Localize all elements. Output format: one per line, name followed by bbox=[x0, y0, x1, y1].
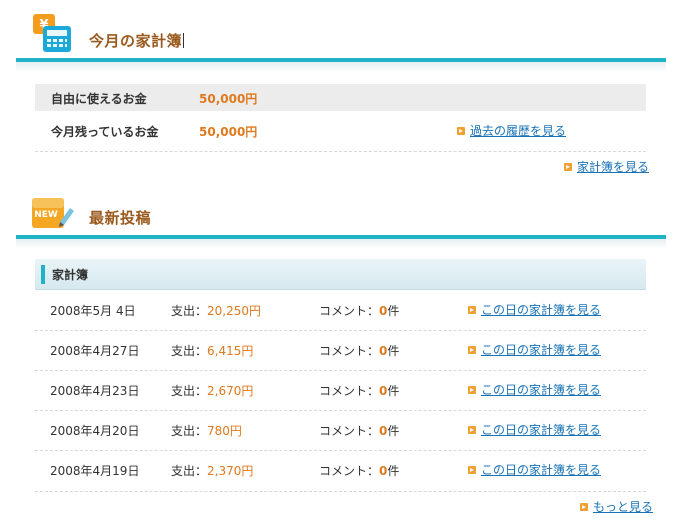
comment-unit: 件 bbox=[387, 344, 400, 358]
arrow-bullet-icon bbox=[468, 426, 476, 434]
entry-link[interactable]: この日の家計簿を見る bbox=[468, 381, 601, 398]
entry-comments: コメント：0件 bbox=[319, 342, 399, 359]
expense-label: 支出： bbox=[171, 424, 208, 438]
list-item: 2008年4月23日 支出：2,670円 コメント：0件 この日の家計簿を見る bbox=[35, 370, 646, 410]
entry-comments: コメント：0件 bbox=[319, 462, 399, 479]
free-money-label: 自由に使えるお金 bbox=[51, 92, 147, 106]
comment-label: コメント： bbox=[319, 384, 380, 398]
arrow-bullet-icon bbox=[468, 346, 476, 354]
entry-comments: コメント：0件 bbox=[319, 382, 399, 399]
budget-title: 今月の家計簿 bbox=[89, 30, 185, 51]
yen-calculator-icon: ¥ bbox=[30, 12, 74, 58]
arrow-bullet-icon bbox=[468, 306, 476, 314]
latest-title: 最新投稿 bbox=[89, 209, 152, 227]
comment-label: コメント： bbox=[319, 304, 380, 318]
entry-link[interactable]: この日の家計簿を見る bbox=[468, 341, 601, 358]
entry-date: 2008年4月23日 bbox=[50, 384, 140, 398]
remaining-money-label: 今月残っているお金 bbox=[51, 125, 159, 139]
budget-separator bbox=[35, 151, 646, 152]
entry-date: 2008年5月 4日 bbox=[50, 304, 136, 318]
entry-expense: 支出：2,670円 bbox=[171, 382, 253, 399]
entry-link-text[interactable]: この日の家計簿を見る bbox=[481, 383, 601, 397]
comment-unit: 件 bbox=[387, 464, 400, 478]
free-money-amount: 50,000円 bbox=[199, 92, 258, 106]
entry-link-text[interactable]: この日の家計簿を見る bbox=[481, 423, 601, 437]
entry-link-text[interactable]: この日の家計簿を見る bbox=[481, 303, 601, 317]
entry-expense: 支出：6,415円 bbox=[171, 342, 253, 359]
entry-separator bbox=[35, 491, 646, 492]
entry-date: 2008年4月20日 bbox=[50, 424, 140, 438]
entry-link[interactable]: この日の家計簿を見る bbox=[468, 421, 601, 438]
budget-row-remaining: 今月残っているお金 50,000円 過去の履歴を見る bbox=[35, 117, 646, 143]
expense-value: 6,415円 bbox=[207, 344, 254, 358]
arrow-bullet-icon bbox=[580, 503, 588, 511]
budget-divider bbox=[16, 58, 666, 72]
entry-date: 2008年4月27日 bbox=[50, 344, 140, 358]
list-item: 2008年4月20日 支出：780円 コメント：0件 この日の家計簿を見る bbox=[35, 410, 646, 450]
text-cursor bbox=[183, 33, 185, 48]
new-badge-text: NEW bbox=[34, 210, 58, 220]
diary-subheader: 家計簿 bbox=[35, 259, 646, 290]
entry-link-text[interactable]: この日の家計簿を見る bbox=[481, 343, 601, 357]
expense-value: 780円 bbox=[207, 424, 242, 438]
expense-label: 支出： bbox=[171, 344, 208, 358]
entry-comments: コメント：0件 bbox=[319, 302, 399, 319]
entry-comments: コメント：0件 bbox=[319, 422, 399, 439]
list-item: 2008年5月 4日 支出：20,250円 コメント：0件 この日の家計簿を見る bbox=[35, 290, 646, 330]
comment-label: コメント： bbox=[319, 344, 380, 358]
comment-label: コメント： bbox=[319, 424, 380, 438]
comment-label: コメント： bbox=[319, 464, 380, 478]
comment-unit: 件 bbox=[387, 384, 400, 398]
expense-value: 20,250円 bbox=[207, 304, 262, 318]
new-pencil-icon: NEW bbox=[30, 192, 74, 236]
expense-label: 支出： bbox=[171, 464, 208, 478]
entry-link[interactable]: この日の家計簿を見る bbox=[468, 301, 601, 318]
comment-unit: 件 bbox=[387, 304, 400, 318]
entry-expense: 支出：780円 bbox=[171, 422, 242, 439]
subheader-text: 家計簿 bbox=[52, 268, 89, 282]
entry-link[interactable]: この日の家計簿を見る bbox=[468, 461, 601, 478]
arrow-bullet-icon bbox=[468, 386, 476, 394]
remaining-money-amount: 50,000円 bbox=[199, 125, 258, 139]
entry-date: 2008年4月19日 bbox=[50, 464, 140, 478]
entry-expense: 支出：20,250円 bbox=[171, 302, 261, 319]
view-budget-link[interactable]: 家計簿を見る bbox=[564, 158, 649, 175]
entry-expense: 支出：2,370円 bbox=[171, 462, 253, 479]
list-item: 2008年4月19日 支出：2,370円 コメント：0件 この日の家計簿を見る bbox=[35, 450, 646, 490]
history-link-text[interactable]: 過去の履歴を見る bbox=[470, 124, 566, 138]
arrow-bullet-icon bbox=[564, 163, 572, 171]
arrow-bullet-icon bbox=[468, 466, 476, 474]
subheader-accent-bar bbox=[41, 265, 45, 284]
view-budget-link-text[interactable]: 家計簿を見る bbox=[577, 160, 649, 174]
expense-value: 2,670円 bbox=[207, 384, 254, 398]
history-link[interactable]: 過去の履歴を見る bbox=[457, 122, 566, 139]
arrow-bullet-icon bbox=[457, 127, 465, 135]
budget-row-free: 自由に使えるお金 50,000円 bbox=[35, 84, 646, 111]
budget-section-header: ¥ 今月の家計簿 bbox=[16, 12, 666, 56]
budget-title-text: 今月の家計簿 bbox=[89, 32, 183, 50]
more-link-text[interactable]: もっと見る bbox=[593, 500, 653, 514]
latest-divider bbox=[16, 235, 666, 249]
list-item: 2008年4月27日 支出：6,415円 コメント：0件 この日の家計簿を見る bbox=[35, 330, 646, 370]
more-link[interactable]: もっと見る bbox=[580, 498, 653, 515]
comment-unit: 件 bbox=[387, 424, 400, 438]
expense-label: 支出： bbox=[171, 304, 208, 318]
latest-section-header: NEW 最新投稿 bbox=[16, 192, 666, 236]
entry-link-text[interactable]: この日の家計簿を見る bbox=[481, 463, 601, 477]
expense-label: 支出： bbox=[171, 384, 208, 398]
expense-value: 2,370円 bbox=[207, 464, 254, 478]
